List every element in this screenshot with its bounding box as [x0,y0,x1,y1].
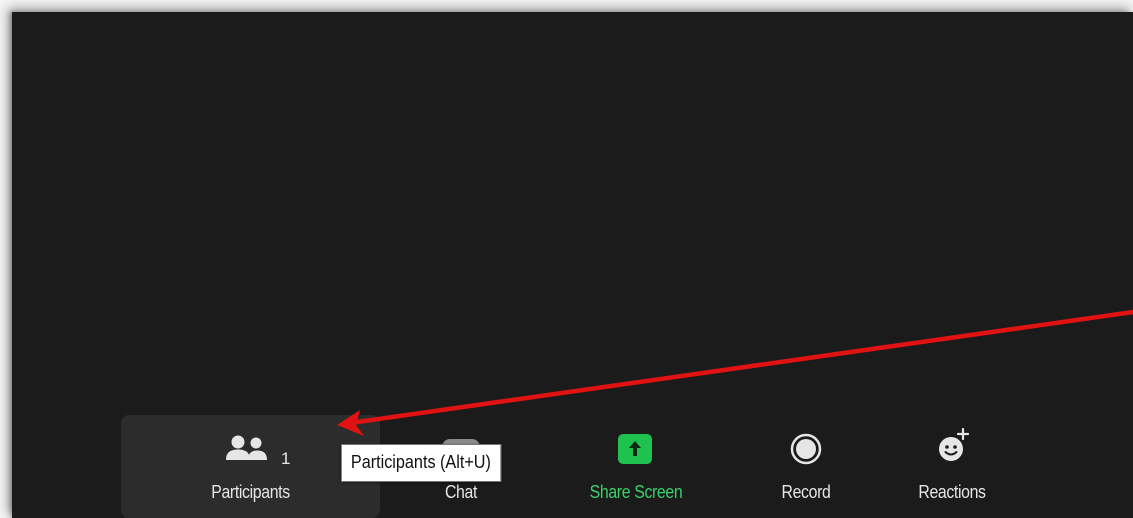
share-screen-icon-wrap [556,433,716,465]
share-screen-button[interactable]: Share Screen [556,415,716,518]
record-icon [790,433,822,465]
share-screen-label: Share Screen [589,482,683,502]
chat-label: Chat [444,482,478,502]
participants-count: 1 [281,449,291,468]
reactions-icon [939,427,970,461]
participants-icon [226,435,267,460]
record-button[interactable]: Record [750,415,862,518]
reactions-icon-wrap [892,427,1012,465]
reactions-button[interactable]: Reactions [892,415,1012,518]
participants-label: Participants [211,482,290,502]
meeting-toolbar: 1 Participants Chat Share Screen Record … [12,412,1133,518]
participants-tooltip: Participants (Alt+U) [341,444,501,482]
record-icon-wrap [750,433,862,465]
record-label: Record [781,482,831,502]
share-screen-icon [618,434,652,464]
meeting-window: 1 Participants Chat Share Screen Record … [12,12,1133,518]
screenshot-frame: 1 Participants Chat Share Screen Record … [0,0,1133,518]
reactions-label: Reactions [918,482,986,502]
